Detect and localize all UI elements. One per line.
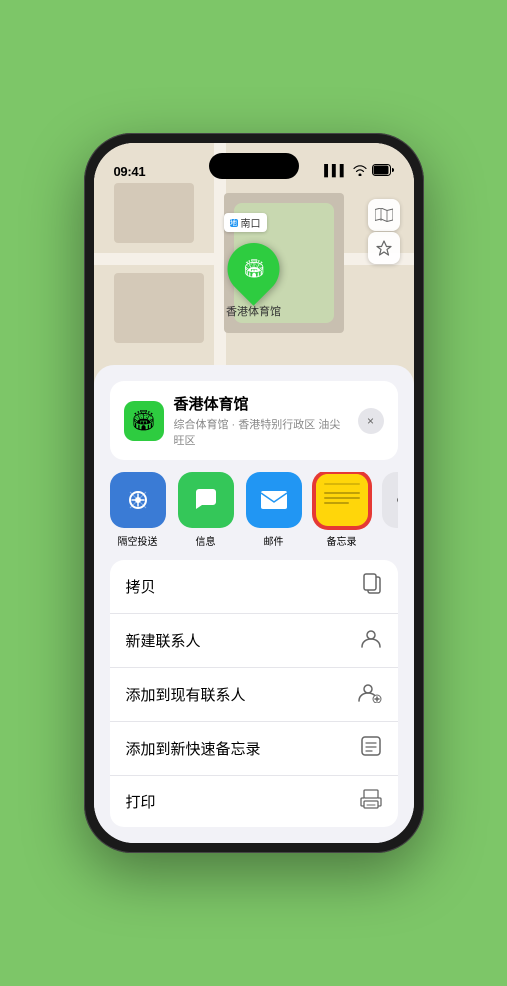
battery-icon (372, 164, 394, 179)
action-new-contact-label: 新建联系人 (126, 630, 201, 651)
phone-screen: 09:41 ▌▌▌ (94, 143, 414, 843)
add-contact-icon (358, 681, 382, 708)
share-item-airdrop[interactable]: 隔空投送 (110, 472, 166, 548)
map-label-icon: 地 (230, 219, 238, 227)
map-type-button[interactable] (368, 199, 400, 231)
copy-icon (362, 573, 382, 600)
action-add-existing-contact[interactable]: 添加到现有联系人 (110, 668, 398, 722)
messages-label: 信息 (196, 533, 216, 548)
action-quick-note-label: 添加到新快速备忘录 (126, 738, 261, 759)
notes-icon (314, 472, 370, 528)
share-row: 隔空投送 信息 (110, 472, 398, 548)
stadium-pin: 🏟 (217, 232, 291, 306)
quick-note-icon (360, 735, 382, 762)
messages-icon (178, 472, 234, 528)
map-block-3 (114, 273, 204, 343)
close-button[interactable]: × (358, 408, 384, 434)
notes-label: 备忘录 (327, 533, 357, 548)
action-print-label: 打印 (126, 791, 156, 812)
action-copy[interactable]: 拷贝 (110, 560, 398, 614)
share-item-mail[interactable]: 邮件 (246, 472, 302, 548)
action-quick-note[interactable]: 添加到新快速备忘录 (110, 722, 398, 776)
action-new-contact[interactable]: 新建联系人 (110, 614, 398, 668)
location-header: 🏟 香港体育馆 综合体育馆 · 香港特别行政区 油尖旺区 × (110, 381, 398, 460)
action-list: 拷贝 新建联系人 (110, 560, 398, 827)
share-item-more[interactable]: 推 (382, 472, 398, 548)
new-contact-icon (360, 627, 382, 654)
share-item-notes[interactable]: 备忘录 (314, 472, 370, 548)
more-icon (382, 472, 398, 528)
signal-icon: ▌▌▌ (324, 165, 347, 177)
airdrop-icon (110, 472, 166, 528)
location-name: 香港体育馆 (174, 393, 348, 414)
status-time: 09:41 (114, 164, 146, 179)
map-label-text: 南口 (241, 215, 261, 230)
print-icon (360, 789, 382, 814)
action-print[interactable]: 打印 (110, 776, 398, 827)
dynamic-island (209, 153, 299, 179)
map-controls (368, 199, 400, 264)
status-icons: ▌▌▌ (324, 164, 393, 179)
action-add-existing-label: 添加到现有联系人 (126, 684, 246, 705)
location-button[interactable] (368, 232, 400, 264)
stadium-pin-icon: 🏟 (242, 259, 265, 280)
action-copy-label: 拷贝 (126, 576, 156, 597)
map-label: 地 南口 (224, 213, 267, 232)
share-item-messages[interactable]: 信息 (178, 472, 234, 548)
close-icon: × (367, 414, 374, 428)
location-description: 综合体育馆 · 香港特别行政区 油尖旺区 (174, 416, 348, 448)
phone-frame: 09:41 ▌▌▌ (84, 133, 424, 853)
wifi-icon (353, 164, 367, 179)
bottom-sheet: 🏟 香港体育馆 综合体育馆 · 香港特别行政区 油尖旺区 × (94, 365, 414, 843)
map-block-1 (114, 183, 194, 243)
stadium-marker: 🏟 香港体育馆 (226, 243, 281, 319)
location-venue-icon: 🏟 (124, 401, 164, 441)
airdrop-label: 隔空投送 (118, 533, 158, 548)
mail-icon (246, 472, 302, 528)
location-info: 香港体育馆 综合体育馆 · 香港特别行政区 油尖旺区 (174, 393, 348, 448)
mail-label: 邮件 (264, 533, 284, 548)
